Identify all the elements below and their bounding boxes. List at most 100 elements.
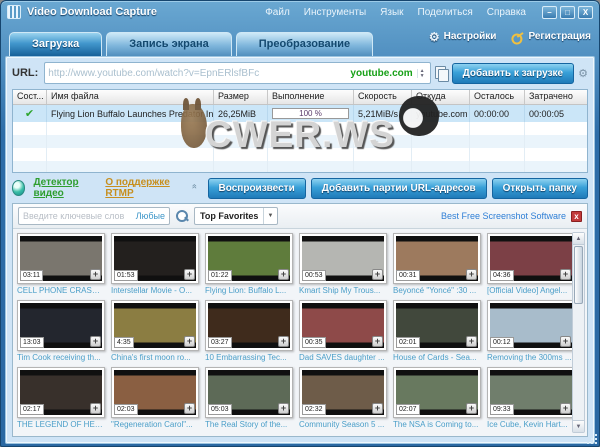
video-thumbnail[interactable]: 01:53 + Interstellar Movie - O... xyxy=(111,233,199,295)
video-thumbnail[interactable]: 03:27 + 10 Embarrassing Tec... xyxy=(205,300,293,362)
video-detector-link[interactable]: Детектор видео xyxy=(33,177,97,199)
video-thumbnail[interactable]: 4:35 + China's first moon ro... xyxy=(111,300,199,362)
video-title[interactable]: Kmart Ship My Trous... xyxy=(299,286,387,295)
close-button[interactable]: X xyxy=(578,6,593,19)
col-size[interactable]: Размер xyxy=(214,90,268,104)
add-video-button[interactable]: + xyxy=(278,269,289,280)
video-title[interactable]: "Regeneration Carol"... xyxy=(111,420,199,429)
add-video-button[interactable]: + xyxy=(372,403,383,414)
open-folder-button[interactable]: Открыть папку xyxy=(492,178,588,199)
video-thumbnail[interactable]: 05:03 + The Real Story of the... xyxy=(205,367,293,429)
settings-button[interactable]: ⚙ Настройки xyxy=(429,31,497,43)
video-title[interactable]: 10 Embarrassing Tec... xyxy=(205,353,293,362)
search-icon[interactable] xyxy=(175,209,189,223)
video-thumbnail[interactable]: 02:03 + "Regeneration Carol"... xyxy=(111,367,199,429)
add-video-button[interactable]: + xyxy=(184,269,195,280)
collapse-chevron-icon[interactable]: « xyxy=(190,184,200,192)
video-title[interactable]: Removing the 300ms ... xyxy=(487,353,575,362)
scrollbar-thumb[interactable] xyxy=(574,246,583,304)
paste-icon[interactable] xyxy=(435,66,448,81)
video-title[interactable]: Interstellar Movie - O... xyxy=(111,286,199,295)
add-video-button[interactable]: + xyxy=(466,403,477,414)
video-thumbnail[interactable]: 02:01 + House of Cards - Sea... xyxy=(393,300,481,362)
video-title[interactable]: Ice Cube, Kevin Hart... xyxy=(487,420,575,429)
video-title[interactable]: [Official Video] Angel... xyxy=(487,286,575,295)
video-title[interactable]: Dad SAVES daughter ... xyxy=(299,353,387,362)
registration-button[interactable]: Регистрация xyxy=(510,31,591,42)
add-video-button[interactable]: + xyxy=(90,269,101,280)
add-video-button[interactable]: + xyxy=(184,403,195,414)
video-thumbnail[interactable]: 02:07 + The NSA is Coming to... xyxy=(393,367,481,429)
col-progress[interactable]: Выполнение xyxy=(268,90,354,104)
video-thumbnail[interactable]: 02:17 + THE LEGEND OF HER.... xyxy=(17,367,105,429)
menu-tools[interactable]: Инструменты xyxy=(304,7,366,18)
add-video-button[interactable]: + xyxy=(278,336,289,347)
menu-share[interactable]: Поделиться xyxy=(418,7,473,18)
rtmp-support-link[interactable]: О поддержке RTMP xyxy=(105,177,183,199)
video-thumbnail[interactable]: 00:12 + Removing the 300ms ... xyxy=(487,300,575,362)
add-to-download-button[interactable]: Добавить к загрузке xyxy=(452,63,575,84)
url-settings-gear-icon[interactable]: ⚙ xyxy=(578,67,588,80)
url-row: URL: youtube.com ▲▼ Добавить к загрузке … xyxy=(12,61,588,85)
col-status[interactable]: Сост... xyxy=(13,90,47,104)
add-video-button[interactable]: + xyxy=(466,336,477,347)
video-thumbnail[interactable]: 02:32 + Community Season 5 ... xyxy=(299,367,387,429)
video-title[interactable]: House of Cards - Sea... xyxy=(393,353,481,362)
maximize-button[interactable]: □ xyxy=(560,6,575,19)
search-input[interactable] xyxy=(23,211,136,221)
menu-help[interactable]: Справка xyxy=(487,7,526,18)
video-title[interactable]: Flying Lion: Buffalo L... xyxy=(205,286,293,295)
video-title[interactable]: Community Season 5 ... xyxy=(299,420,387,429)
tab-screen-record[interactable]: Запись экрана xyxy=(106,32,232,56)
video-title[interactable]: The NSA is Coming to... xyxy=(393,420,481,429)
menu-file[interactable]: Файл xyxy=(265,7,290,18)
add-video-button[interactable]: + xyxy=(90,336,101,347)
video-title[interactable]: China's first moon ro... xyxy=(111,353,199,362)
scroll-down-icon[interactable]: ▼ xyxy=(573,420,584,432)
batch-add-urls-button[interactable]: Добавить партии URL-адресов xyxy=(311,178,487,199)
add-video-button[interactable]: + xyxy=(466,269,477,280)
video-thumbnail[interactable]: 01:22 + Flying Lion: Buffalo L... xyxy=(205,233,293,295)
vertical-scrollbar[interactable]: ▲ ▼ xyxy=(572,232,585,433)
add-video-button[interactable]: + xyxy=(90,403,101,414)
video-thumbnail[interactable]: 03:11 + CELL PHONE CRASHI... xyxy=(17,233,105,295)
site-spinner[interactable]: ▲▼ xyxy=(417,69,427,78)
minimize-button[interactable]: – xyxy=(542,6,557,19)
add-video-button[interactable]: + xyxy=(560,336,571,347)
tab-convert[interactable]: Преобразование xyxy=(236,32,373,56)
play-button[interactable]: Воспроизвести xyxy=(208,178,306,199)
add-video-button[interactable]: + xyxy=(560,403,571,414)
filter-any-dropdown[interactable]: Любые xyxy=(136,211,165,221)
add-video-button[interactable]: + xyxy=(372,269,383,280)
col-elapsed[interactable]: Затрачено xyxy=(525,90,587,104)
ad-link[interactable]: Best Free Screenshot Software xyxy=(441,211,566,221)
video-title[interactable]: CELL PHONE CRASHI... xyxy=(17,286,105,295)
video-thumbnail[interactable]: 00:31 + Beyoncé "Yoncé" :30 ... xyxy=(393,233,481,295)
video-thumbnail[interactable]: 00:53 + Kmart Ship My Trous... xyxy=(299,233,387,295)
video-title[interactable]: The Real Story of the... xyxy=(205,420,293,429)
duration-badge: 02:03 xyxy=(114,404,138,415)
menu-language[interactable]: Язык xyxy=(380,7,403,18)
video-thumbnail[interactable]: 09:33 + Ice Cube, Kevin Hart... xyxy=(487,367,575,429)
add-video-button[interactable]: + xyxy=(560,269,571,280)
duration-badge: 00:31 xyxy=(396,270,420,281)
category-dropdown[interactable]: Top Favorites ▼ xyxy=(194,207,278,225)
title-bar: Video Download Capture Файл Инструменты … xyxy=(5,1,595,23)
url-input[interactable] xyxy=(48,68,346,79)
video-thumbnail[interactable]: 04:36 + [Official Video] Angel... xyxy=(487,233,575,295)
registration-label: Регистрация xyxy=(528,31,591,42)
add-video-button[interactable]: + xyxy=(278,403,289,414)
gear-icon: ⚙ xyxy=(429,31,440,43)
video-title[interactable]: THE LEGEND OF HER.... xyxy=(17,420,105,429)
scroll-up-icon[interactable]: ▲ xyxy=(573,233,584,245)
add-video-button[interactable]: + xyxy=(372,336,383,347)
video-title[interactable]: Tim Cook receiving th... xyxy=(17,353,105,362)
video-title[interactable]: Beyoncé "Yoncé" :30 ... xyxy=(393,286,481,295)
video-thumbnail[interactable]: 13:03 + Tim Cook receiving th... xyxy=(17,300,105,362)
resize-grip[interactable] xyxy=(587,434,597,444)
tab-download[interactable]: Загрузка xyxy=(9,32,102,56)
col-remaining[interactable]: Осталось xyxy=(470,90,525,104)
add-video-button[interactable]: + xyxy=(184,336,195,347)
ad-close-button[interactable]: x xyxy=(571,211,582,222)
video-thumbnail[interactable]: 00:35 + Dad SAVES daughter ... xyxy=(299,300,387,362)
